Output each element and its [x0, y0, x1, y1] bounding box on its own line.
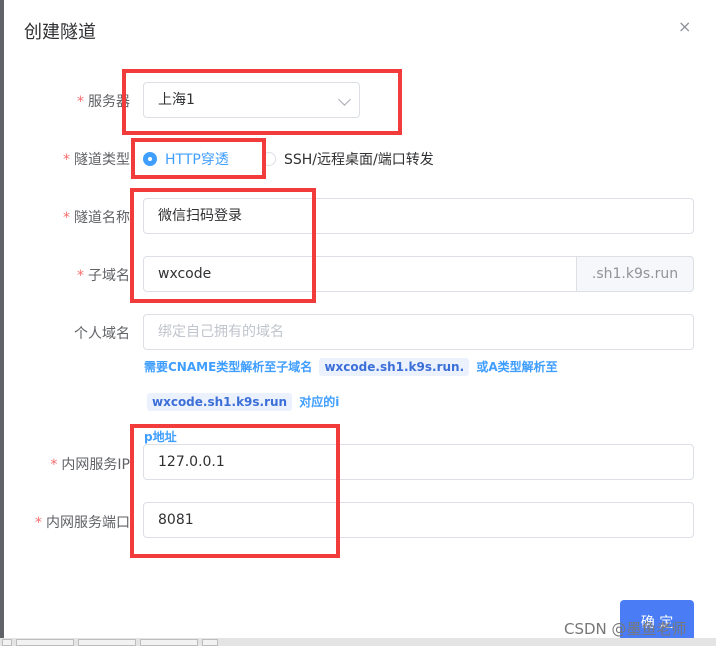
taskbar-item[interactable] — [202, 639, 218, 646]
server-label: * 服务器 — [77, 94, 130, 110]
custom-domain-placeholder: 绑定自己拥有的域名 — [158, 324, 284, 340]
watermark: CSDN @墨鱼老师 — [564, 620, 687, 638]
local-ip-label: * 内网服务IP — [50, 457, 130, 473]
chevron-down-icon — [338, 93, 351, 106]
subdomain-input[interactable]: wxcode — [143, 256, 577, 292]
taskbar-item[interactable] — [16, 639, 74, 646]
taskbar-item[interactable] — [140, 639, 198, 646]
radio-http[interactable]: HTTP穿透 — [143, 149, 229, 169]
radio-checked-icon — [143, 152, 157, 166]
server-select[interactable]: 上海1 — [143, 82, 360, 118]
tunnel-name-label: * 隧道名称 — [63, 210, 130, 226]
create-tunnel-dialog: 创建隧道 × * 服务器 上海1 * 隧道类型 HTTP穿透 SSH/远程桌面/端口… — [4, 0, 716, 646]
radio-ssh[interactable]: SSH/远程桌面/端口转发 — [262, 149, 434, 169]
taskbar-item[interactable] — [78, 639, 136, 646]
subdomain-label: * 子域名 — [77, 268, 130, 284]
custom-domain-input[interactable]: 绑定自己拥有的域名 — [143, 314, 694, 350]
server-select-value: 上海1 — [158, 92, 195, 108]
tunnel-type-label: * 隧道类型 — [63, 152, 130, 168]
taskbar — [0, 638, 716, 646]
local-port-input[interactable]: 8081 — [143, 502, 694, 538]
hint-tag-a-record: wxcode.sh1.k9s.run — [147, 393, 293, 411]
radio-unchecked-icon — [262, 152, 276, 166]
local-port-label: * 内网服务端口 — [35, 515, 130, 531]
close-icon[interactable]: × — [678, 17, 691, 36]
local-ip-input[interactable]: 127.0.0.1 — [143, 444, 694, 480]
tunnel-name-input[interactable]: 微信扫码登录 — [143, 198, 694, 234]
dialog-title: 创建隧道 — [24, 22, 96, 43]
taskbar-item[interactable] — [2, 639, 12, 646]
subdomain-suffix: .sh1.k9s.run — [577, 256, 694, 292]
hint-tag-cname: wxcode.sh1.k9s.run. — [319, 358, 470, 376]
custom-domain-label: 个人域名 — [74, 326, 130, 342]
cname-hint: 需要CNAME类型解析至子域名 wxcode.sh1.k9s.run. 或A类型… — [144, 358, 558, 444]
